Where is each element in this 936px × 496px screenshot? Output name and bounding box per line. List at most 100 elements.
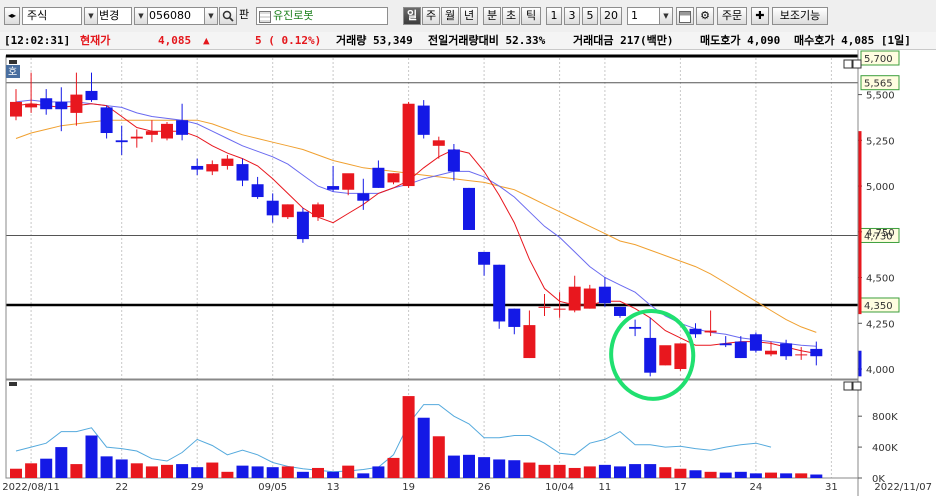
candle-body <box>749 334 762 351</box>
y-tick-label: 4,000 <box>866 365 895 376</box>
candle-body <box>417 105 430 135</box>
market-select[interactable]: 주식 <box>22 7 82 25</box>
candle-body <box>387 173 400 183</box>
x-date-label: 26 <box>478 482 491 493</box>
volume-bar <box>447 455 460 478</box>
toolbar: ◂▸ 주식 ▼ 변경 ▼ 056080 ▼ 판 유진로봇 일 주 월 년 분 초… <box>0 0 936 33</box>
volume-bar <box>810 474 823 478</box>
up-arrow-icon: ▲ <box>203 34 210 47</box>
volume-bar <box>538 464 551 478</box>
save-icon <box>679 11 691 23</box>
period-day-button[interactable]: 일 <box>403 7 421 25</box>
interval-1-button[interactable]: 1 <box>546 7 562 25</box>
stock-name-field: 유진로봇 <box>256 7 388 25</box>
volume-bar <box>236 465 249 478</box>
candle-body <box>795 354 808 356</box>
volume-bar <box>251 466 264 478</box>
period-tick-button[interactable]: 틱 <box>521 7 541 25</box>
chevron-down-icon[interactable]: ▼ <box>659 8 672 24</box>
candle-body <box>629 326 642 329</box>
period-minute-button[interactable]: 분 <box>483 7 501 25</box>
candle-body <box>161 123 173 139</box>
candle-body <box>704 330 717 333</box>
chart-grid <box>6 58 858 478</box>
y-tick-label: 4,250 <box>866 319 895 330</box>
chevron-down-icon[interactable]: ▼ <box>85 8 98 24</box>
market-select-value: 주식 <box>27 9 48 22</box>
price-chart[interactable]: 5,5654,7304,3505,7004,0004,2504,5004,750… <box>0 50 936 496</box>
volume-bar <box>296 471 309 478</box>
candle-body <box>236 164 249 181</box>
candle-body <box>55 101 68 110</box>
candle-body <box>25 103 38 108</box>
stock-code-input[interactable]: ▼ 056080 ▼ <box>134 7 218 25</box>
candle-body <box>402 103 415 187</box>
volume-bar <box>583 466 596 478</box>
price-change: 5 ( 0.12%) <box>255 34 322 47</box>
maximize-icon <box>852 381 862 391</box>
candle-body <box>10 101 22 117</box>
chevron-down-icon[interactable]: ▼ <box>135 8 148 24</box>
volume-bar <box>40 458 53 478</box>
candle-body <box>327 186 340 190</box>
interval-3-button[interactable]: 3 <box>564 7 580 25</box>
change-select[interactable]: ▼ 변경 <box>84 7 132 25</box>
stock-code-value: 056080 <box>149 9 191 22</box>
candle-body <box>523 325 536 359</box>
maximize-icon <box>852 59 862 69</box>
aux-function-button[interactable]: 보조기능 <box>772 7 828 25</box>
volume-bar <box>85 435 98 478</box>
candles[interactable] <box>10 72 823 377</box>
period-year-button[interactable]: 년 <box>460 7 478 25</box>
price-panel-frame <box>5 55 859 381</box>
x-date-label: 29 <box>191 482 204 493</box>
volume-bar <box>145 466 158 478</box>
interval-input[interactable]: 1 ▼ <box>627 7 673 25</box>
ask-price: 매도호가 4,090 <box>700 34 781 47</box>
period-week-button[interactable]: 주 <box>422 7 440 25</box>
volume-bar <box>629 464 642 478</box>
save-button[interactable] <box>676 7 694 25</box>
interval-5-button[interactable]: 5 <box>582 7 598 25</box>
candle-body <box>719 343 732 346</box>
chevron-down-icon[interactable]: ▼ <box>204 8 217 24</box>
candle-body <box>372 167 385 188</box>
candle-body <box>130 136 143 139</box>
mode-badge: 호 <box>8 66 17 78</box>
candle-body <box>266 200 279 216</box>
interval-20-button[interactable]: 20 <box>600 7 622 25</box>
candle-body <box>463 187 475 230</box>
volume-bar <box>312 467 324 478</box>
volume-bar <box>749 473 762 478</box>
volume-bar <box>161 464 173 478</box>
candle-body <box>145 131 158 135</box>
candle-body <box>478 251 491 265</box>
y-tick-label: 5,250 <box>866 136 895 147</box>
volume-bar <box>765 472 777 478</box>
settings-button[interactable]: ⚙ <box>696 7 714 25</box>
volume-bar <box>176 464 189 478</box>
candle-body <box>312 204 324 218</box>
x-date-label: 11 <box>599 482 612 493</box>
search-button[interactable] <box>219 7 237 25</box>
period-second-button[interactable]: 초 <box>502 7 520 25</box>
volume-bar <box>25 463 38 478</box>
prev-next-arrows[interactable]: ◂▸ <box>4 7 20 25</box>
volume-bar <box>100 456 113 478</box>
volume-bar <box>659 467 672 478</box>
candle-body <box>734 341 747 359</box>
x-date-label: 2022/11/07 <box>874 482 932 493</box>
volume-bar <box>689 470 702 478</box>
volume-bars[interactable] <box>10 396 823 478</box>
candle-body <box>447 149 460 172</box>
add-button[interactable]: ✚ <box>751 7 769 25</box>
panel-handle-icon <box>9 382 17 386</box>
pan-label: 판 <box>239 8 250 21</box>
moving-averages <box>15 99 817 473</box>
volume-bar <box>795 473 808 478</box>
order-button[interactable]: 주문 <box>717 7 747 25</box>
period-month-button[interactable]: 월 <box>441 7 459 25</box>
candle-body <box>765 350 777 355</box>
y-tick-label: 4,500 <box>866 274 895 285</box>
x-date-label: 09/05 <box>258 482 287 493</box>
